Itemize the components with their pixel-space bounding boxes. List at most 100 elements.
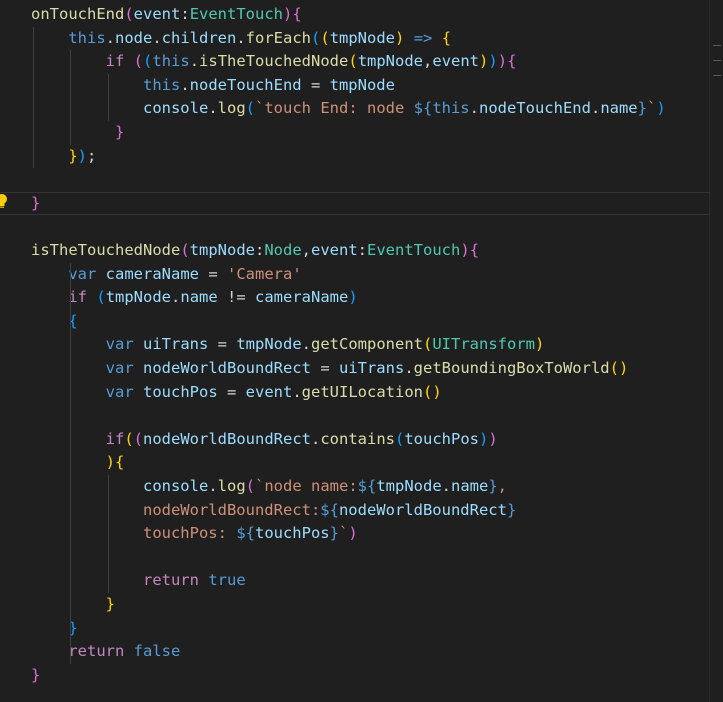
code-token: ) (105, 453, 115, 472)
code-token: ( (348, 52, 358, 71)
code-token: console (142, 477, 209, 495)
code-token: . (152, 28, 162, 47)
code-token: uiTrans (338, 359, 405, 377)
code-token: tmpNode (329, 28, 396, 47)
indent-guide (108, 73, 109, 121)
code-token: ${ (236, 524, 255, 543)
code-token: } (31, 665, 41, 684)
code-token: ) (488, 429, 498, 448)
code-line[interactable] (0, 404, 723, 428)
code-token: this (68, 28, 106, 47)
code-token: event (311, 241, 358, 259)
code-token: . (236, 28, 246, 47)
code-token: `touch End: node (255, 99, 414, 118)
code-line[interactable]: this.node.children.forEach((tmpNode) => … (0, 27, 723, 51)
indent-guide (33, 26, 34, 169)
code-token: tmpNode (329, 75, 395, 94)
code-line[interactable] (0, 168, 723, 192)
code-token: () (423, 382, 442, 401)
code-token: contains (320, 429, 395, 448)
code-token: { (441, 28, 452, 47)
code-line[interactable]: if((nodeWorldBoundRect.contains(touchPos… (0, 428, 723, 452)
code-line[interactable]: onTouchEnd(event:EventTouch){ (0, 3, 723, 27)
code-token: `node name: (255, 477, 358, 495)
code-token: false (133, 642, 181, 661)
code-line[interactable]: var cameraName = 'Camera' (0, 263, 723, 287)
code-token: : (254, 241, 265, 259)
code-line[interactable]: } (0, 664, 723, 688)
indent-guide (70, 333, 71, 617)
code-token: ( (180, 241, 190, 259)
code-token: { (507, 52, 517, 71)
code-token: . (180, 75, 190, 94)
code-token: , (423, 52, 433, 71)
code-token: ( (133, 429, 144, 448)
code-token: EventTouch (367, 241, 461, 259)
code-token: ( (124, 429, 134, 448)
code-token: nodeWorldBoundRect (143, 359, 311, 377)
code-token: . (105, 28, 115, 47)
code-token: if (105, 429, 125, 448)
code-token: ( (124, 5, 134, 23)
code-line[interactable]: if ((this.isTheTouchedNode(tmpNode,event… (0, 50, 723, 74)
code-line[interactable] (0, 215, 723, 239)
code-token: return (68, 642, 125, 661)
code-line[interactable]: } (0, 617, 723, 641)
code-token: cameraName (255, 288, 349, 307)
code-token: . (301, 335, 311, 354)
code-line[interactable]: } (0, 121, 723, 145)
code-token: ) (348, 288, 358, 307)
code-token: ${ (413, 99, 433, 118)
code-token: = (310, 359, 339, 377)
code-token: != (217, 288, 256, 307)
code-line[interactable]: var uiTrans = tmpNode.getComponent(UITra… (0, 333, 723, 357)
code-token: ( (395, 429, 405, 448)
code-token: name (451, 477, 489, 495)
code-token: ( (311, 28, 321, 47)
code-line[interactable]: ){ (0, 451, 723, 475)
code-token: tmpNode (376, 477, 442, 495)
code-token: } (488, 477, 498, 495)
code-token: 'Camera' (227, 264, 302, 283)
code-token: nodeTouchEnd (478, 99, 591, 118)
code-line[interactable]: { (0, 310, 723, 334)
code-token: ) (395, 28, 405, 47)
code-line[interactable]: var touchPos = event.getUILocation() (0, 381, 723, 405)
code-line[interactable]: return false (0, 640, 723, 664)
code-token: var (105, 359, 134, 377)
code-token: ) (479, 429, 489, 448)
code-token: } (68, 146, 78, 165)
code-token: tmpNode (189, 241, 255, 259)
code-editor[interactable]: onTouchEnd(event:EventTouch){ this.node.… (0, 0, 723, 702)
code-token: . (208, 477, 218, 495)
code-line[interactable]: isTheTouchedNode(tmpNode:Node,event:Even… (0, 239, 723, 263)
code-token: log (217, 99, 246, 118)
code-token: . (441, 477, 451, 495)
code-token: : (180, 5, 190, 23)
code-token: : (357, 241, 368, 259)
code-line[interactable]: var nodeWorldBoundRect = uiTrans.getBoun… (0, 357, 723, 381)
code-line[interactable]: } (0, 593, 723, 617)
code-token: children (161, 28, 237, 47)
code-line[interactable]: if (tmpNode.name != cameraName) (0, 286, 723, 310)
code-token: } (637, 99, 647, 118)
code-line[interactable]: } (0, 191, 710, 216)
code-token: , (301, 241, 311, 259)
code-line[interactable]: }); (0, 145, 723, 169)
code-token: var (105, 382, 134, 401)
